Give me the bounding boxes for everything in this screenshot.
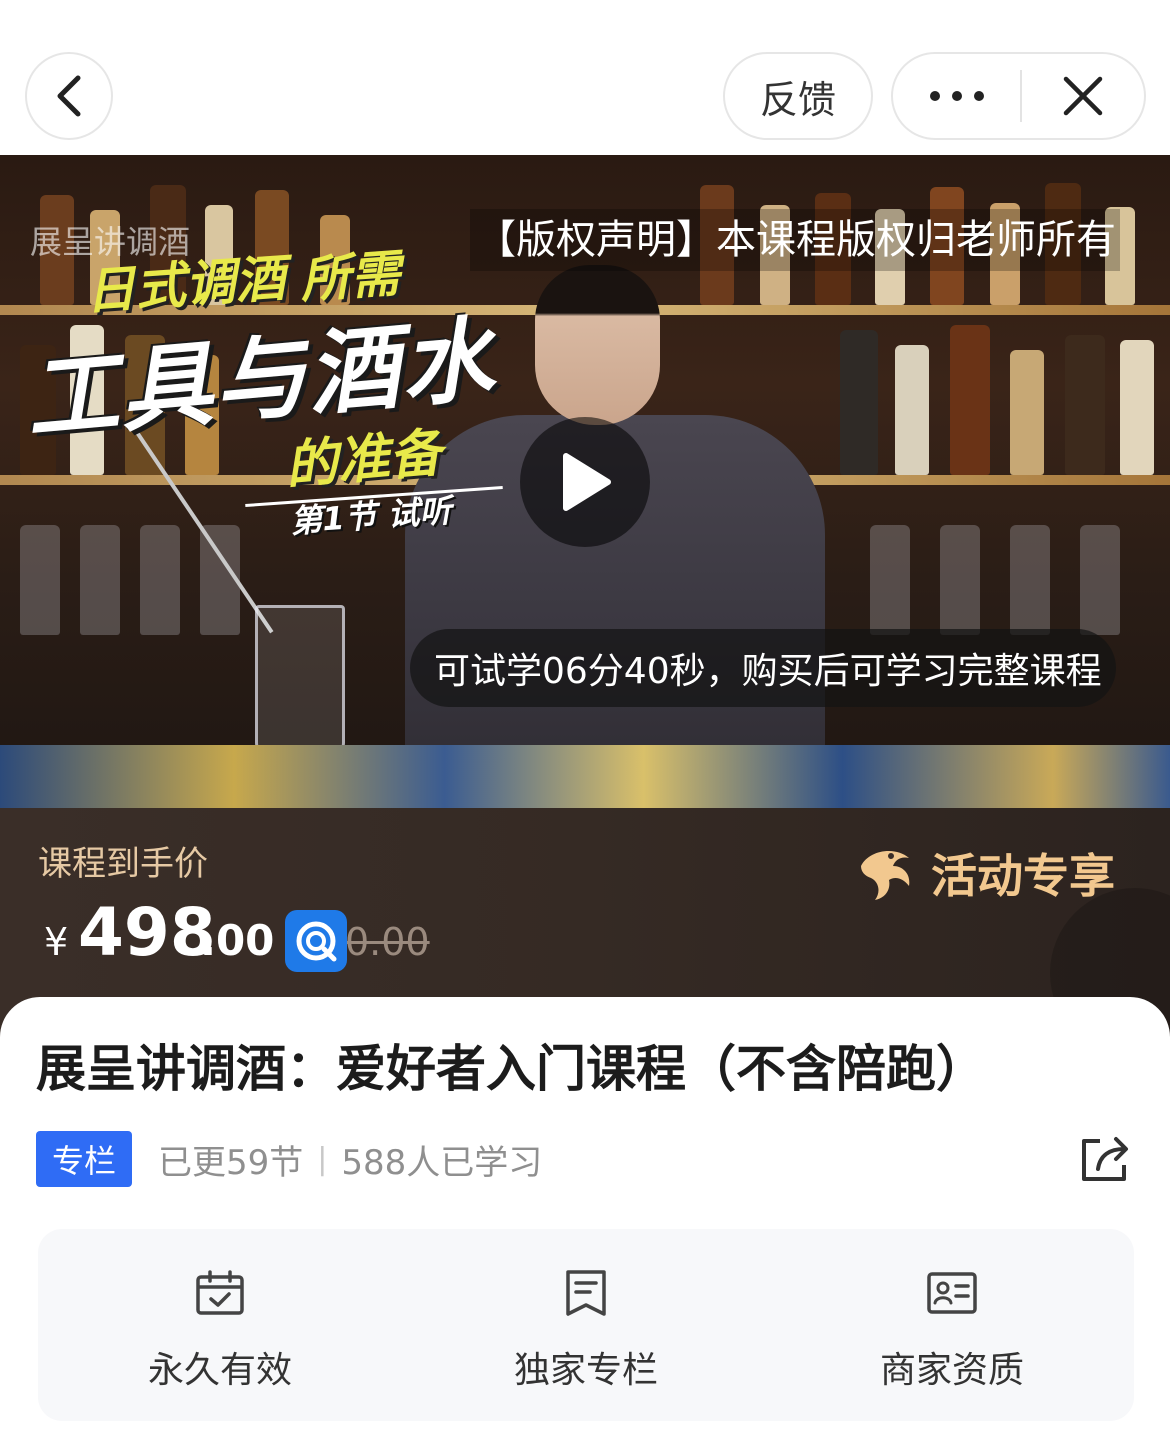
- more-button[interactable]: [893, 54, 1020, 138]
- bird-logo-icon: [861, 851, 910, 900]
- top-nav-bar: 反馈: [0, 0, 1170, 155]
- play-icon: [563, 453, 611, 511]
- feature-merchant[interactable]: 商家资质: [802, 1229, 1102, 1421]
- watermark-logo-icon: [285, 910, 347, 972]
- price-integer: 498: [78, 894, 216, 971]
- bar-counter: [0, 745, 1170, 810]
- calendar-check-icon: [196, 1270, 244, 1315]
- price-decimal: .00: [200, 916, 275, 965]
- chevron-left-icon: [57, 75, 81, 117]
- activity-tag: 活动专享: [855, 838, 1115, 908]
- meta-divider: |: [317, 1141, 328, 1177]
- id-card-icon: [927, 1272, 977, 1314]
- feedback-button[interactable]: 反馈: [723, 52, 873, 140]
- feature-panel: 永久有效 独家专栏 商家资质: [38, 1229, 1134, 1421]
- close-icon: [1063, 76, 1103, 116]
- play-button[interactable]: [520, 417, 650, 547]
- feature-exclusive[interactable]: 独家专栏: [436, 1229, 736, 1421]
- activity-label: 活动专享: [931, 849, 1115, 903]
- bookmark-doc-icon: [566, 1270, 606, 1316]
- back-button[interactable]: [25, 52, 113, 140]
- column-badge: 专栏: [36, 1131, 132, 1187]
- learner-count: 588人已学习: [341, 1142, 543, 1183]
- course-video-player[interactable]: 展呈讲调酒 【版权声明】本课程版权归老师所有 日式调酒 所需 工具与酒水 的准备…: [0, 155, 1170, 810]
- more-dots-icon: [929, 91, 984, 101]
- feature-label: 独家专栏: [513, 1350, 658, 1391]
- close-button[interactable]: [1022, 54, 1144, 138]
- course-meta: 专栏 已更59节 | 588人已学习: [36, 1130, 542, 1188]
- course-title: 展呈讲调酒：爱好者入门课程（不含陪跑）: [36, 1040, 986, 1098]
- mixing-glass: [255, 605, 345, 755]
- original-price: 0.00: [345, 920, 430, 964]
- course-info-card: 展呈讲调酒：爱好者入门课程（不含陪跑） 专栏 已更59节 | 588人已学习 永…: [0, 997, 1170, 1431]
- mini-program-capsule: [891, 52, 1146, 140]
- video-title-line3: 的准备: [283, 423, 444, 497]
- price-currency: ¥: [44, 920, 69, 964]
- lesson-count: 已更59节: [158, 1142, 304, 1183]
- price-label: 课程到手价: [38, 844, 208, 884]
- feature-permanent[interactable]: 永久有效: [70, 1229, 370, 1421]
- feature-label: 商家资质: [879, 1350, 1024, 1391]
- share-icon: [1082, 1137, 1128, 1181]
- trial-notice: 可试学06分40秒，购买后可学习完整课程: [410, 629, 1116, 707]
- feature-label: 永久有效: [147, 1350, 292, 1391]
- copyright-marquee: 【版权声明】本课程版权归老师所有: [470, 209, 1120, 271]
- share-button[interactable]: [1078, 1133, 1134, 1185]
